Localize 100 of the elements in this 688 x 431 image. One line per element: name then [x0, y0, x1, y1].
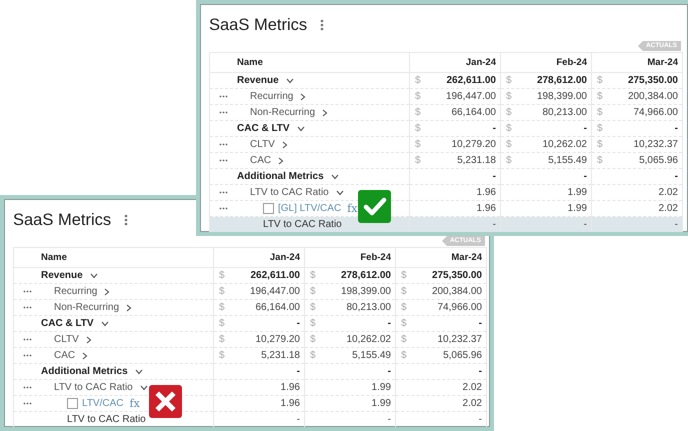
- table-cell: -: [492, 171, 496, 182]
- currency-symbol: $: [415, 107, 421, 118]
- ellipsis-icon[interactable]: [219, 207, 228, 210]
- checkbox[interactable]: [67, 398, 78, 409]
- column-header: Name: [210, 52, 410, 72]
- formula-icon: fx: [130, 397, 140, 410]
- table-cell: -: [584, 123, 587, 134]
- row-label: CAC: [54, 350, 76, 361]
- ellipsis-icon[interactable]: [23, 290, 32, 293]
- table-cell: 5,155.49: [352, 350, 391, 361]
- table-cell: 66,164.00: [452, 107, 496, 118]
- table-cell: -: [388, 318, 391, 329]
- currency-symbol: $: [597, 107, 603, 118]
- table-cell: 278,612.00: [536, 75, 587, 86]
- table-cell: -: [674, 219, 678, 230]
- column-header: Mar-24: [396, 248, 486, 268]
- table-cell: 10,279.20: [452, 139, 496, 150]
- table-cell: 262,611.00: [250, 270, 300, 281]
- table-cell: 196,447.00: [250, 286, 300, 297]
- currency-symbol: $: [219, 270, 225, 281]
- ellipsis-icon[interactable]: [23, 354, 32, 357]
- chevron-down-icon[interactable]: [330, 174, 339, 180]
- chevron-down-icon[interactable]: [90, 272, 98, 278]
- table-cell: 1.96: [476, 187, 496, 198]
- chevron-down-icon[interactable]: [140, 384, 148, 390]
- currency-symbol: $: [597, 139, 603, 150]
- chevron-right-icon[interactable]: [300, 92, 306, 100]
- currency-symbol: $: [310, 286, 316, 297]
- chevron-down-icon[interactable]: [100, 320, 109, 326]
- table-cell: 2.02: [658, 203, 678, 214]
- chevron-down-icon[interactable]: [286, 78, 294, 84]
- formula-link[interactable]: LTV/CAC: [82, 398, 124, 409]
- currency-symbol: $: [401, 350, 407, 361]
- chevron-right-icon[interactable]: [126, 304, 132, 312]
- table-cell: 5,231.18: [261, 350, 300, 361]
- table-cell: -: [478, 318, 482, 329]
- table-cell: 1.96: [280, 382, 300, 393]
- row-label: CAC & LTV: [237, 123, 290, 134]
- chevron-down-icon[interactable]: [336, 190, 344, 196]
- column-header: Jan-24: [410, 52, 500, 72]
- row-label: LTV to CAC Ratio: [67, 414, 146, 425]
- row-label: LTV to CAC Ratio: [54, 382, 133, 393]
- table-cell: -: [674, 171, 678, 182]
- table-cell: 198,399.00: [536, 91, 587, 102]
- chevron-right-icon[interactable]: [82, 352, 88, 360]
- currency-symbol: $: [415, 155, 421, 166]
- chevron-right-icon[interactable]: [282, 140, 288, 148]
- currency-symbol: $: [415, 123, 421, 134]
- row-label: Additional Metrics: [237, 171, 324, 182]
- ellipsis-icon[interactable]: [219, 143, 228, 146]
- ellipsis-icon[interactable]: [219, 159, 228, 162]
- more-icon[interactable]: [124, 214, 128, 226]
- table-cell: 196,447.00: [446, 91, 496, 102]
- currency-symbol: $: [219, 318, 225, 329]
- ellipsis-icon[interactable]: [23, 338, 32, 341]
- currency-symbol: $: [310, 270, 316, 281]
- column-header: Feb-24: [500, 52, 592, 72]
- table-cell: -: [296, 366, 300, 377]
- table-cell: 74,966.00: [634, 107, 678, 118]
- table-cell: 5,065.96: [639, 155, 678, 166]
- table-cell: 1.99: [372, 398, 391, 409]
- table-cell: 74,966.00: [438, 302, 482, 313]
- ellipsis-icon[interactable]: [23, 402, 32, 405]
- table-cell: -: [388, 366, 391, 377]
- row-label: Non-Recurring: [250, 107, 316, 118]
- currency-symbol: $: [506, 91, 512, 102]
- chevron-down-icon[interactable]: [134, 368, 143, 374]
- table-cell: 10,232.37: [438, 334, 482, 345]
- more-icon[interactable]: [320, 19, 324, 31]
- table-cell: 1.99: [372, 382, 391, 393]
- currency-symbol: $: [506, 139, 512, 150]
- table-cell: 198,399.00: [340, 286, 391, 297]
- currency-symbol: $: [415, 75, 421, 86]
- ellipsis-icon[interactable]: [23, 306, 32, 309]
- table-cell: -: [492, 219, 496, 230]
- ellipsis-icon[interactable]: [219, 191, 228, 194]
- ellipsis-icon[interactable]: [219, 111, 228, 114]
- checkbox[interactable]: [263, 203, 274, 214]
- row-label: LTV to CAC Ratio: [250, 187, 329, 198]
- row-label: Additional Metrics: [41, 366, 128, 377]
- currency-symbol: $: [506, 75, 512, 86]
- ellipsis-icon[interactable]: [219, 95, 228, 98]
- table-cell: 10,262.02: [542, 139, 587, 150]
- table-cell: 1.99: [568, 187, 587, 198]
- row-label: Revenue: [41, 270, 83, 281]
- formula-link[interactable]: [GL] LTV/CAC: [278, 203, 342, 214]
- table-cell: -: [584, 219, 587, 230]
- chevron-right-icon[interactable]: [86, 336, 92, 344]
- table-cell: 278,612.00: [340, 270, 391, 281]
- row-label: CAC: [250, 155, 272, 166]
- table-cell: -: [388, 414, 391, 425]
- ellipsis-icon[interactable]: [23, 386, 32, 389]
- chevron-right-icon[interactable]: [278, 156, 284, 164]
- column-header: Name: [14, 248, 214, 268]
- table-cell: 80,213.00: [346, 302, 391, 313]
- chevron-right-icon[interactable]: [322, 108, 328, 116]
- table-cell: -: [584, 171, 587, 182]
- chevron-right-icon[interactable]: [104, 288, 110, 296]
- chevron-down-icon[interactable]: [296, 126, 305, 132]
- formula-icon: fx: [347, 202, 358, 215]
